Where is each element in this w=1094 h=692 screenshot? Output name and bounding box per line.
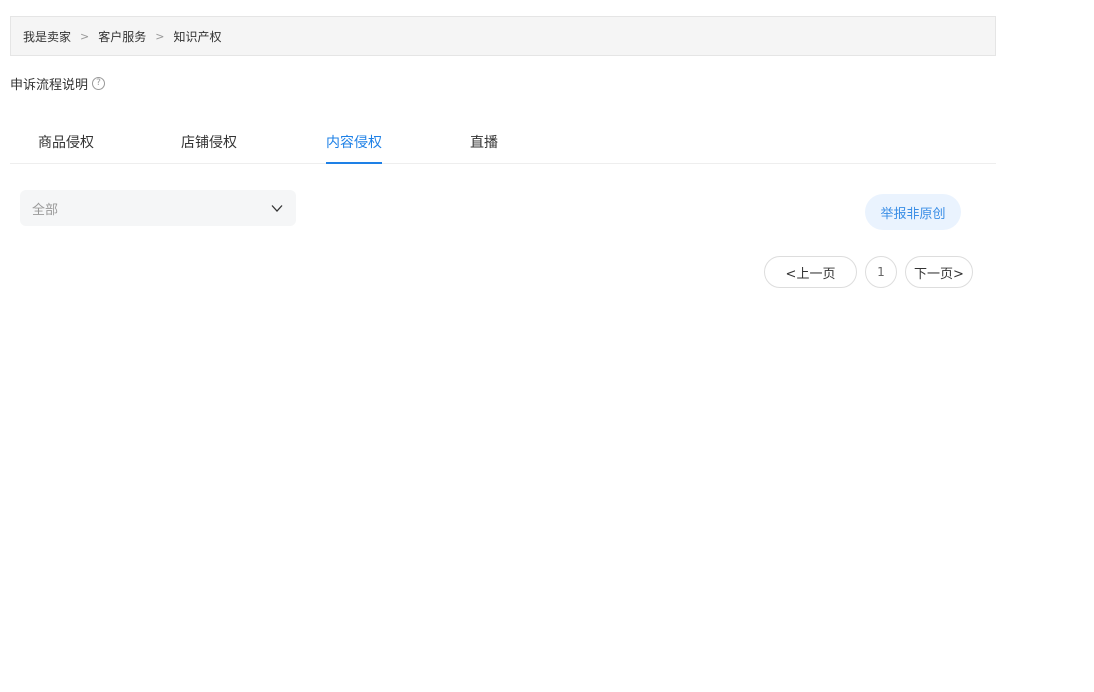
category-select-value: 全部 <box>32 202 59 218</box>
chevron-down-icon <box>271 205 283 212</box>
report-non-original-button[interactable]: 举报非原创 <box>865 194 961 230</box>
breadcrumb-item-seller[interactable]: 我是卖家 <box>23 28 71 45</box>
help-icon[interactable]: ? <box>92 77 106 90</box>
tab-content-infringement[interactable]: 内容侵权 <box>326 132 382 164</box>
appeal-process-label: 申诉流程说明 <box>10 78 89 93</box>
breadcrumb: 我是卖家 > 客户服务 > 知识产权 <box>10 16 996 56</box>
next-page-button[interactable]: 下一页> <box>905 256 973 288</box>
tab-bar: 商品侵权 店铺侵权 内容侵权 直播 <box>10 118 996 164</box>
breadcrumb-item-ip: 知识产权 <box>173 29 222 44</box>
tab-store-infringement[interactable]: 店铺侵权 <box>181 132 237 162</box>
tab-live[interactable]: 直播 <box>470 132 498 162</box>
category-select[interactable]: 全部 <box>20 190 296 226</box>
breadcrumb-separator: > <box>80 29 90 43</box>
page: 我是卖家 > 客户服务 > 知识产权 申诉流程说明 ? 商品侵权 店铺侵权 内容… <box>0 0 1094 692</box>
prev-page-button[interactable]: <上一页 <box>764 256 857 288</box>
appeal-process-link[interactable]: 申诉流程说明 ? <box>10 74 106 93</box>
breadcrumb-item-customer-service[interactable]: 客户服务 <box>98 28 146 45</box>
tab-product-infringement[interactable]: 商品侵权 <box>38 132 94 162</box>
breadcrumb-separator: > <box>155 29 165 43</box>
page-number-button[interactable]: 1 <box>865 256 897 288</box>
